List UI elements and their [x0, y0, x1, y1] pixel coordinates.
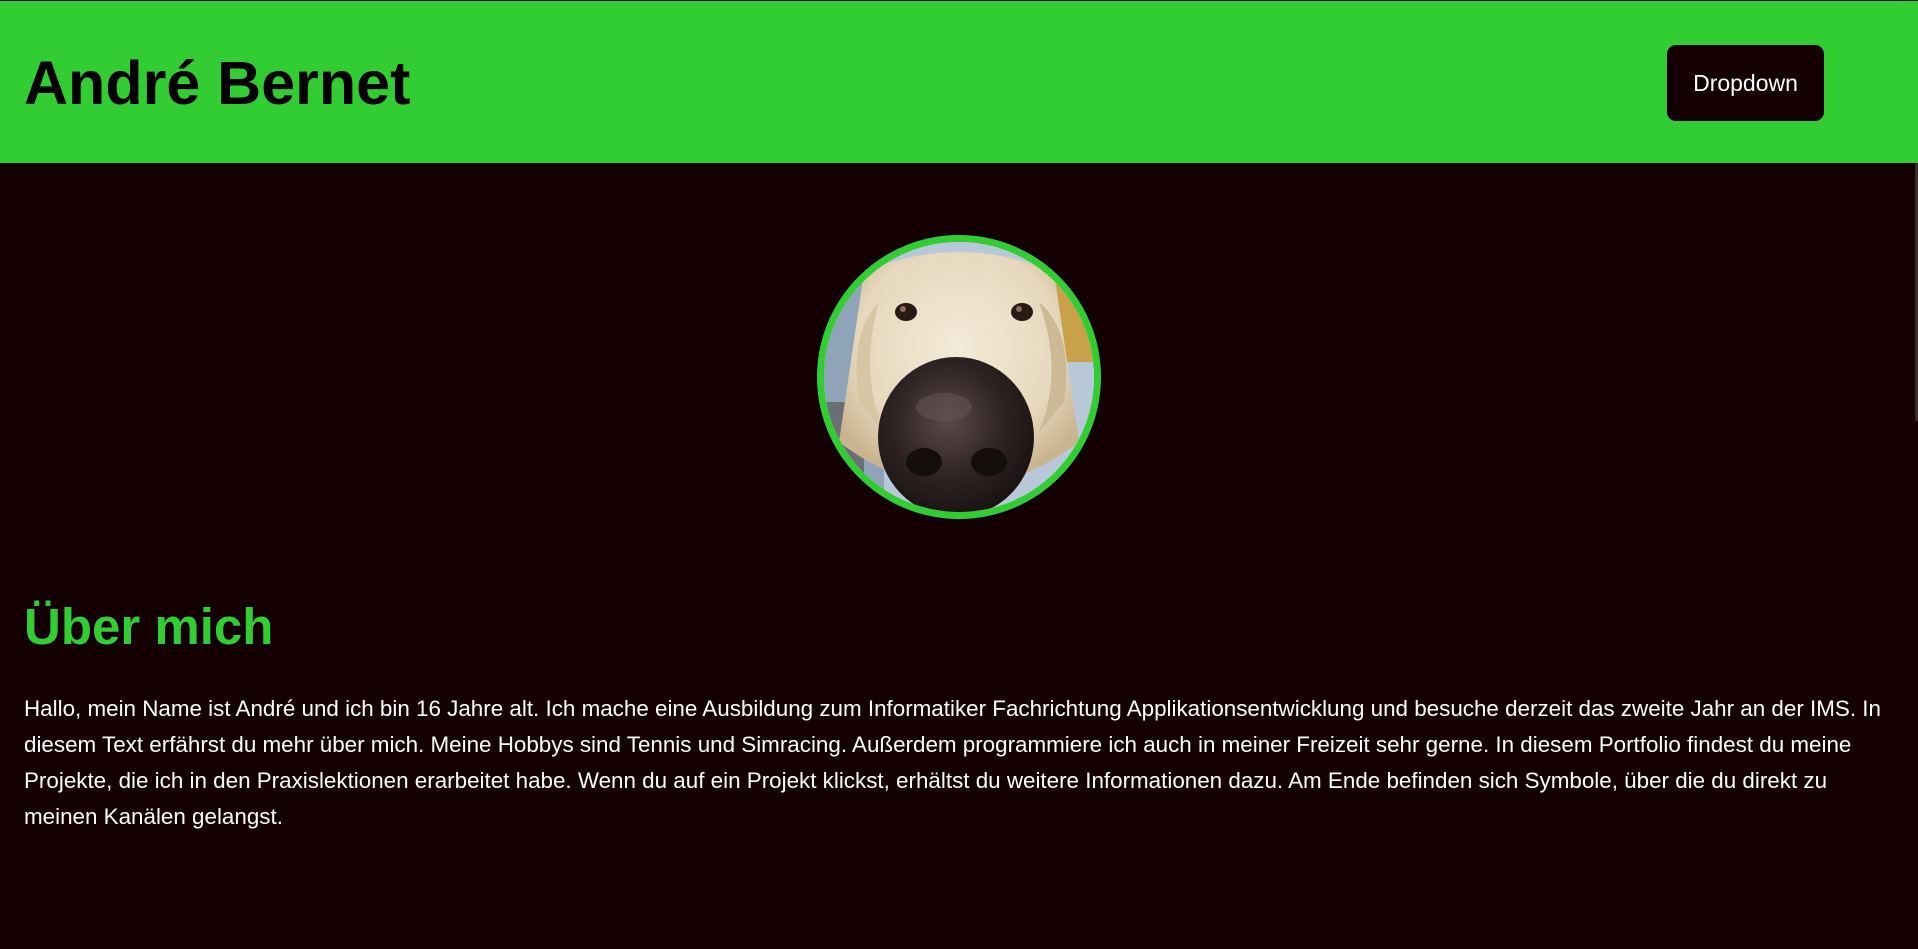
site-header: André Bernet Dropdown: [0, 1, 1918, 163]
dog-portrait-image: [824, 242, 1094, 512]
about-text: Hallo, mein Name ist André und ich bin 1…: [24, 696, 1881, 829]
about-heading: Über mich: [24, 598, 274, 655]
site-title: André Bernet: [24, 49, 411, 117]
dropdown-button[interactable]: Dropdown: [1667, 45, 1824, 121]
avatar: [817, 235, 1101, 519]
page: André Bernet Dropdown Über mich Hallo, m…: [0, 0, 1918, 949]
